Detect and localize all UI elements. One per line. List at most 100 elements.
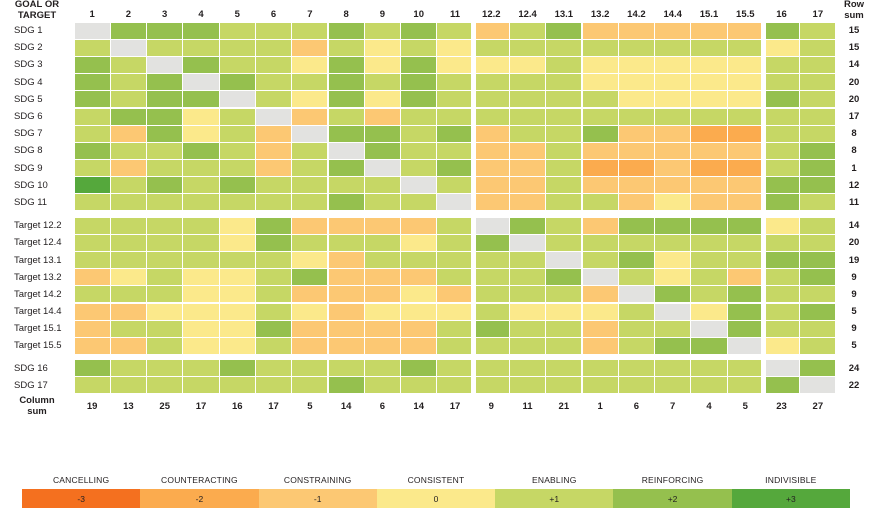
heatmap-cell	[510, 91, 546, 108]
heatmap-cell	[473, 377, 509, 394]
heatmap-cell	[510, 377, 546, 394]
heatmap-cell	[510, 286, 546, 303]
heatmap-cell	[546, 234, 582, 251]
heatmap-cell	[183, 286, 219, 303]
heatmap-cell	[437, 217, 473, 234]
heatmap-cell	[147, 91, 183, 108]
heatmap-cell	[764, 269, 800, 286]
heatmap-cell	[437, 22, 473, 39]
heatmap-cell	[582, 360, 618, 377]
heatmap-cell	[727, 74, 763, 91]
heatmap-cell	[292, 177, 328, 194]
heatmap-cell	[256, 320, 292, 337]
heatmap-cell	[183, 303, 219, 320]
column-header-9: 9	[379, 9, 386, 21]
heatmap-cell	[74, 108, 110, 125]
heatmap-cell	[183, 39, 219, 56]
row-label-sdg-4: SDG 4	[14, 76, 43, 88]
heatmap-cell	[110, 56, 146, 73]
heatmap-cell	[364, 142, 400, 159]
heatmap-cell	[328, 360, 364, 377]
column-sum-value: 27	[812, 401, 824, 413]
heatmap-cell	[727, 194, 763, 211]
heatmap-cell	[147, 337, 183, 354]
heatmap-cell	[727, 160, 763, 177]
legend-label-cancelling: CANCELLING	[52, 475, 110, 485]
heatmap-cell	[292, 22, 328, 39]
heatmap-cell	[74, 286, 110, 303]
heatmap-cell	[74, 377, 110, 394]
heatmap-cell	[546, 56, 582, 73]
heatmap-cell	[473, 252, 509, 269]
row-sum-value: 17	[848, 111, 860, 123]
heatmap-cell	[655, 177, 691, 194]
column-header-10: 10	[413, 9, 424, 21]
heatmap-cell	[219, 320, 255, 337]
heatmap-cell	[800, 39, 836, 56]
heatmap-cell	[183, 56, 219, 73]
heatmap-cell	[691, 142, 727, 159]
heatmap-cell	[74, 320, 110, 337]
heatmap-cell	[183, 252, 219, 269]
column-sum-value: 4	[706, 401, 712, 413]
row-sum-value: 24	[848, 362, 860, 374]
heatmap-cell	[437, 194, 473, 211]
heatmap-cell	[618, 217, 654, 234]
row-sum-value: 8	[851, 145, 857, 157]
heatmap-cell	[147, 22, 183, 39]
matrix-spacer	[0, 355, 872, 360]
heatmap-cell	[110, 234, 146, 251]
heatmap-cell	[618, 377, 654, 394]
heatmap-cell	[473, 177, 509, 194]
heatmap-cell	[110, 320, 146, 337]
column-block-separator	[470, 22, 476, 420]
heatmap-cell	[110, 108, 146, 125]
heatmap-cell	[256, 142, 292, 159]
heatmap-cell	[292, 252, 328, 269]
heatmap-cell	[256, 108, 292, 125]
heatmap-cell	[510, 56, 546, 73]
heatmap-cell	[473, 360, 509, 377]
heatmap-cell	[655, 39, 691, 56]
heatmap-cell	[219, 39, 255, 56]
heatmap-cell	[74, 39, 110, 56]
heatmap-cell	[292, 74, 328, 91]
heatmap-cell	[800, 22, 836, 39]
heatmap-cell	[328, 91, 364, 108]
heatmap-cell	[401, 177, 437, 194]
heatmap-cell	[546, 337, 582, 354]
heatmap-cell	[691, 286, 727, 303]
heatmap-cell	[74, 217, 110, 234]
heatmap-cell	[74, 234, 110, 251]
row-label-target-12.2: Target 12.2	[14, 220, 62, 232]
heatmap-cell	[546, 91, 582, 108]
row-label-sdg-7: SDG 7	[14, 128, 43, 140]
heatmap-cell	[401, 377, 437, 394]
heatmap-cell	[292, 194, 328, 211]
heatmap-cell	[727, 56, 763, 73]
heatmap-cell	[546, 160, 582, 177]
heatmap-cell	[364, 91, 400, 108]
heatmap-cell	[183, 91, 219, 108]
heatmap-cell	[764, 56, 800, 73]
heatmap-cell	[74, 22, 110, 39]
heatmap-cell	[691, 217, 727, 234]
heatmap-cell	[727, 39, 763, 56]
heatmap-cell	[727, 142, 763, 159]
heatmap-cell	[219, 125, 255, 142]
heatmap-cell	[582, 217, 618, 234]
column-header-1: 1	[89, 9, 95, 21]
heatmap-cell	[219, 234, 255, 251]
heatmap-cell	[147, 252, 183, 269]
heatmap-cell	[800, 269, 836, 286]
heatmap-cell	[546, 217, 582, 234]
legend-swatch--3: -3	[22, 489, 141, 508]
heatmap-cell	[546, 286, 582, 303]
heatmap-cell	[147, 142, 183, 159]
heatmap-cell	[401, 142, 437, 159]
heatmap-cell	[618, 74, 654, 91]
column-sum-value: 6	[633, 401, 640, 413]
legend-swatch--1: -1	[258, 489, 377, 508]
heatmap-cell	[764, 377, 800, 394]
heatmap-cell	[364, 303, 400, 320]
